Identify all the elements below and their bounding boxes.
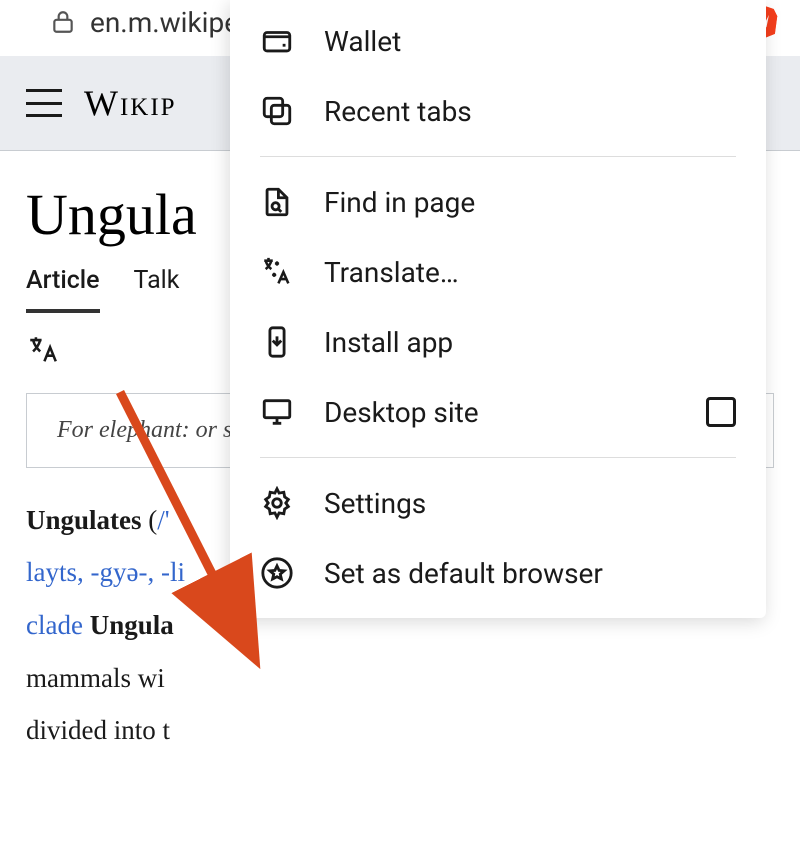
menu-item-translate[interactable]: Translate… [230, 237, 766, 307]
wallet-icon [260, 24, 294, 58]
menu-item-install-app[interactable]: Install app [230, 307, 766, 377]
menu-label: Desktop site [324, 396, 676, 429]
menu-divider [260, 457, 736, 458]
menu-item-desktop-site[interactable]: Desktop site [230, 377, 766, 447]
menu-item-wallet[interactable]: Wallet [230, 6, 766, 76]
menu-label: Wallet [324, 25, 736, 58]
menu-label: Settings [324, 487, 736, 520]
find-in-page-icon [260, 185, 294, 219]
install-app-icon [260, 325, 294, 359]
gear-icon [260, 486, 294, 520]
desktop-icon [260, 395, 294, 429]
recent-tabs-icon [260, 94, 294, 128]
menu-divider [260, 156, 736, 157]
menu-item-set-default-browser[interactable]: Set as default browser [230, 538, 766, 608]
browser-menu: Wallet Recent tabs Find in page Translat… [230, 0, 766, 618]
menu-item-recent-tabs[interactable]: Recent tabs [230, 76, 766, 146]
menu-label: Recent tabs [324, 95, 736, 128]
desktop-site-checkbox[interactable] [706, 397, 736, 427]
hamburger-menu-icon[interactable] [26, 89, 62, 117]
star-circle-icon [260, 556, 294, 590]
menu-item-settings[interactable]: Settings [230, 468, 766, 538]
wiki-logo[interactable]: Wikip [84, 82, 177, 124]
menu-label: Set as default browser [324, 557, 736, 590]
lock-icon [50, 7, 76, 37]
menu-label: Find in page [324, 186, 736, 219]
tab-talk[interactable]: Talk [134, 266, 180, 313]
menu-label: Install app [324, 326, 736, 359]
menu-item-find-in-page[interactable]: Find in page [230, 167, 766, 237]
language-icon[interactable] [26, 333, 60, 367]
menu-label: Translate… [324, 256, 736, 289]
translate-icon [260, 255, 294, 289]
tab-article[interactable]: Article [26, 266, 100, 313]
